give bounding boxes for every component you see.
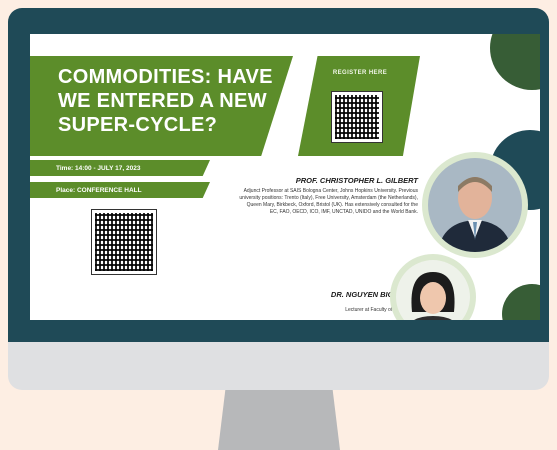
title-line: SUPER-CYCLE?	[58, 114, 218, 136]
decorative-circle	[502, 284, 540, 320]
speaker-portrait	[422, 152, 528, 258]
speaker-name: PROF. CHRISTOPHER L. GILBERT	[295, 176, 418, 185]
title-line: WE ENTERED A NEW	[58, 90, 267, 112]
speaker-bio: Adjunct Professor at SAIS Bologna Center…	[239, 188, 418, 215]
location-qr-code[interactable]	[92, 210, 156, 274]
decorative-circle	[490, 34, 540, 90]
monitor-screen: COMMODITIES: HAVE WE ENTERED A NEW SUPER…	[30, 34, 540, 320]
monitor-stand	[218, 390, 340, 450]
event-time: Time: 14:00 - JULY 17, 2023	[56, 165, 141, 172]
poster-title: COMMODITIES: HAVE WE ENTERED A NEW SUPER…	[58, 65, 288, 137]
register-qr-code[interactable]	[332, 92, 382, 142]
monitor-chin	[8, 342, 549, 390]
speaker-portrait	[390, 254, 476, 320]
event-place: Place: CONFERENCE HALL	[56, 187, 142, 194]
register-label: REGISTER HERE	[332, 70, 388, 76]
title-line: COMMODITIES: HAVE	[58, 66, 273, 88]
